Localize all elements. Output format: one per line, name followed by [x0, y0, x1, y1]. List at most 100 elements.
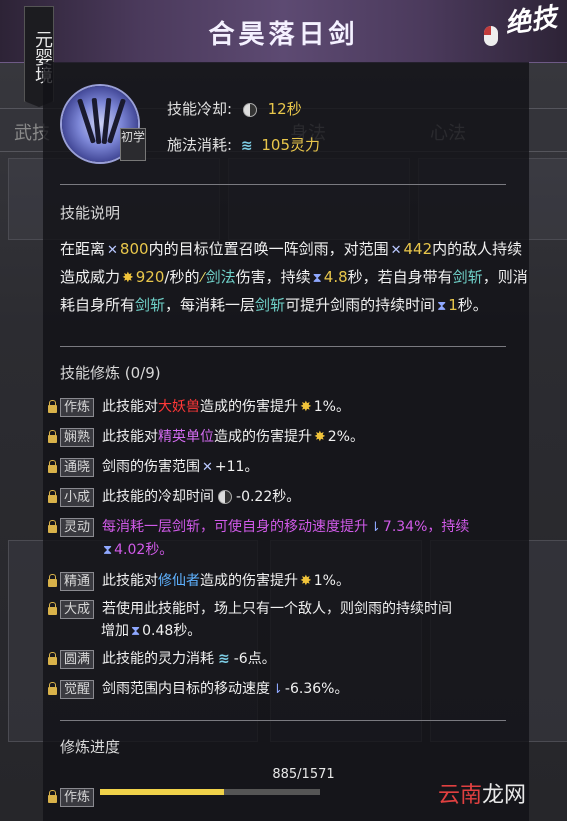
training-value: 4.02秒。: [114, 542, 174, 558]
tier-badge: 觉醒: [60, 680, 95, 699]
training-row: 大成 若使用此技能时，场上只有一个敌人，则剑雨的持续时间 增加 ⧗ 0.48秒。: [48, 598, 518, 643]
range-icon: ✕: [107, 243, 118, 258]
duration-icon: ⧗: [312, 271, 322, 286]
desc-text: 秒。: [457, 296, 488, 314]
training-text: 此技能的灵力消耗: [102, 651, 215, 667]
tooltip-header: 合昊落日剑 绝技: [0, 0, 567, 63]
divider: [60, 184, 506, 185]
progress-fill: [100, 789, 224, 795]
desc-distance: 800: [119, 240, 149, 258]
lock-icon: [48, 490, 57, 503]
cooldown-icon: [242, 102, 257, 117]
power-icon: ✸: [314, 429, 326, 445]
training-target: 修仙者: [158, 573, 201, 589]
tier-badge: 作炼: [60, 788, 95, 807]
training-value: +11。: [214, 459, 259, 475]
training-value: -0.22秒。: [236, 489, 301, 505]
duration-icon: ⧗: [103, 543, 113, 558]
training-value: -6.36%。: [284, 681, 349, 697]
lock-icon: [48, 460, 57, 473]
mouse-button-icon: [484, 26, 498, 46]
divider: [60, 720, 506, 721]
training-value: 1%。: [313, 573, 350, 589]
training-row: 小成 此技能的冷却时间 -0.22秒。: [48, 486, 518, 507]
duration-icon: ⧗: [437, 299, 447, 314]
desc-power: 920: [135, 268, 165, 286]
cooldown-value: 12秒: [267, 100, 302, 118]
training-text: 此技能对: [102, 429, 159, 445]
desc-text: /秒的: [164, 268, 200, 286]
desc-text: 伤害，持续: [235, 268, 311, 286]
lock-icon: [48, 682, 57, 695]
desc-text: 内的目标位置召唤一阵剑雨，对范围: [148, 240, 389, 258]
lock-icon: [48, 430, 57, 443]
progress-bar: [100, 789, 320, 795]
training-text: 若使用此技能时，场上只有一个敌人，则剑雨的持续时间: [102, 601, 453, 617]
tier-badge: 通晓: [60, 458, 95, 477]
spirit-power-icon: ≋: [240, 138, 253, 154]
power-icon: ✸: [122, 270, 134, 286]
spirit-power-icon: ≋: [218, 651, 230, 667]
speed-icon: ⇂: [370, 520, 381, 535]
training-text: 此技能的冷却时间: [102, 489, 215, 505]
training-text: 造成的伤害提升: [200, 573, 299, 589]
lock-icon: [48, 602, 57, 615]
desc-duration: 4.8: [323, 268, 348, 286]
cost-value: 105灵力: [261, 136, 320, 154]
lock-icon: [48, 574, 57, 587]
training-text: 此技能对: [102, 399, 159, 415]
description-title: 技能说明: [60, 204, 121, 222]
tier-badge: 大成: [60, 600, 95, 619]
training-target: 大妖兽: [158, 399, 201, 415]
skill-level-badge: 初学: [120, 128, 146, 161]
cost-row: 施法消耗: ≋ 105灵力: [167, 134, 320, 155]
tier-badge: 小成: [60, 488, 95, 507]
power-icon: ✸: [300, 573, 312, 589]
desc-text: 在距离: [60, 240, 106, 258]
desc-text: 秒，若自身带有: [347, 268, 453, 286]
lock-icon: [48, 400, 57, 413]
watermark-text: 龙网: [482, 783, 527, 808]
tier-badge: 灵动: [60, 518, 95, 537]
lock-icon: [48, 652, 57, 665]
desc-term-sword-slash: 剑斩: [135, 296, 166, 314]
desc-extra-duration: 1: [448, 296, 458, 314]
training-row: 通晓 剑雨的伤害范围 ✕ +11。: [48, 456, 518, 477]
training-text: 此技能对: [102, 573, 159, 589]
training-text: 造成的伤害提升: [200, 399, 299, 415]
desc-text: 可提升剑雨的持续时间: [285, 296, 436, 314]
training-text: 剑雨的伤害范围: [102, 459, 201, 475]
divider: [60, 346, 506, 347]
training-value: 2%。: [327, 429, 364, 445]
cooldown-label: 技能冷却:: [167, 100, 233, 118]
training-row: 觉醒 剑雨范围内目标的移动速度 ⇂ -6.36%。: [48, 678, 518, 699]
training-target: 精英单位: [158, 429, 215, 445]
training-row: 灵动 每消耗一层剑斩，可使自身的移动速度提升 ⇂ 7.34%，持续 ⧗ 4.02秒。: [48, 516, 518, 562]
desc-range: 442: [403, 240, 433, 258]
training-row: 作炼 此技能对大妖兽造成的伤害提升 ✸ 1%。: [48, 396, 518, 417]
cooldown-row: 技能冷却: 12秒: [167, 98, 302, 119]
skill-description: 在距离 ✕ 800内的目标位置召唤一阵剑雨，对范围 ✕ 442内的敌人持续造成威力 ✸ 92…: [60, 236, 530, 320]
training-value: 7.34%，持续: [382, 519, 470, 535]
cooldown-icon: [218, 490, 233, 504]
progress-title: 修炼进度: [60, 738, 121, 756]
watermark-text: 云南: [438, 783, 483, 808]
training-value: 0.48秒。: [142, 623, 202, 639]
desc-term-sword-slash: 剑斩: [255, 296, 286, 314]
training-row: 圆满 此技能的灵力消耗 ≋ -6点。: [48, 648, 518, 669]
range-icon: ✕: [202, 460, 213, 475]
training-text: 增加: [101, 623, 129, 639]
training-text: 造成的伤害提升: [214, 429, 313, 445]
duration-icon: ⧗: [131, 624, 141, 639]
range-icon: ✕: [390, 243, 402, 258]
training-text: 剑雨范围内目标的移动速度: [102, 681, 271, 697]
desc-text: ，每消耗一层: [165, 296, 256, 314]
speed-icon: ⇂: [272, 682, 283, 697]
training-value: 1%。: [313, 399, 350, 415]
training-row: 精通 此技能对修仙者造成的伤害提升 ✸ 1%。: [48, 570, 518, 591]
power-icon: ✸: [300, 399, 312, 415]
tier-badge: 作炼: [60, 398, 95, 417]
training-value: -6点。: [233, 651, 276, 667]
tier-badge: 娴熟: [60, 428, 95, 447]
training-text: 每消耗一层剑斩，可使自身的移动速度提升: [102, 519, 369, 535]
